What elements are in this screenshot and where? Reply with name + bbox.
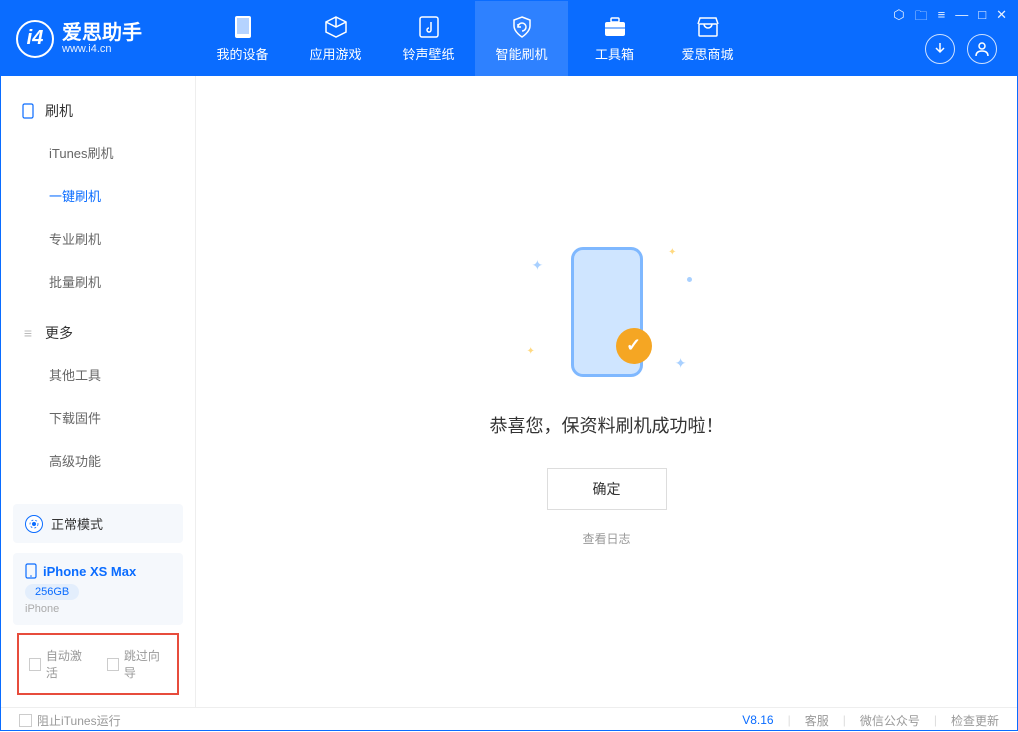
shield-refresh-icon	[509, 14, 535, 40]
logo-icon: i4	[16, 20, 54, 58]
download-button[interactable]	[925, 34, 955, 64]
sidebar-item-advanced[interactable]: 高级功能	[1, 439, 195, 482]
checkbox-skip-guide[interactable]: 跳过向导	[107, 647, 167, 681]
phone-illustration: ✓	[571, 247, 643, 377]
tab-store[interactable]: 爱思商城	[661, 1, 754, 76]
view-log-link[interactable]: 查看日志	[582, 530, 630, 547]
checkbox-icon	[29, 658, 41, 671]
check-update-link[interactable]: 检查更新	[951, 712, 999, 729]
highlighted-checkbox-row: 自动激活 跳过向导	[17, 633, 179, 695]
section-title: 刷机	[45, 101, 73, 121]
tab-label: 应用游戏	[309, 44, 361, 63]
download-icon	[932, 41, 948, 57]
nav-tabs: 我的设备 应用游戏 铃声壁纸 智能刷机 工具箱 爱思商城	[196, 1, 754, 76]
tab-apps[interactable]: 应用游戏	[289, 1, 382, 76]
sidebar-section-more[interactable]: ≡ 更多	[1, 313, 195, 353]
phone-small-icon	[21, 104, 35, 118]
check-badge-icon: ✓	[616, 328, 652, 364]
mode-label: 正常模式	[51, 514, 103, 533]
app-header: i4 爱思助手 www.i4.cn 我的设备 应用游戏 铃声壁纸 智能刷机 工具…	[1, 1, 1017, 76]
store-icon	[695, 14, 721, 40]
cube-icon	[323, 14, 349, 40]
tab-label: 铃声壁纸	[402, 44, 454, 63]
app-subtitle: www.i4.cn	[62, 43, 142, 55]
tab-label: 智能刷机	[495, 44, 547, 63]
window-controls: ⬡ 🗀 ≡ — □ ✕	[893, 7, 1007, 29]
device-card[interactable]: iPhone XS Max 256GB iPhone	[13, 553, 183, 625]
user-icon	[974, 41, 990, 57]
toolbox-icon	[602, 14, 628, 40]
support-link[interactable]: 客服	[805, 712, 829, 729]
lock-icon[interactable]: 🗀	[915, 7, 928, 29]
version-label: V8.16	[742, 713, 773, 727]
sidebar-item-batch-flash[interactable]: 批量刷机	[1, 260, 195, 303]
music-icon	[416, 14, 442, 40]
section-title: 更多	[45, 323, 73, 343]
sidebar-item-other-tools[interactable]: 其他工具	[1, 353, 195, 396]
checkbox-block-itunes[interactable]: 阻止iTunes运行	[19, 712, 121, 729]
maximize-icon[interactable]: □	[978, 7, 986, 29]
main-content: ✦ ✦ ✦ ✦ ✓ 恭喜您，保资料刷机成功啦！ 确定 查看日志	[196, 76, 1017, 707]
sidebar-item-pro-flash[interactable]: 专业刷机	[1, 217, 195, 260]
dot-icon	[687, 277, 692, 282]
checkbox-label: 自动激活	[46, 647, 89, 681]
checkbox-icon	[107, 658, 119, 671]
sidebar: 刷机 iTunes刷机 一键刷机 专业刷机 批量刷机 ≡ 更多 其他工具 下载固…	[1, 76, 196, 707]
sidebar-section-flash[interactable]: 刷机	[1, 91, 195, 131]
header-actions	[925, 34, 997, 64]
tab-flash[interactable]: 智能刷机	[475, 1, 568, 76]
success-illustration: ✦ ✦ ✦ ✦ ✓	[507, 237, 707, 387]
mode-card[interactable]: 正常模式	[13, 504, 183, 543]
tab-label: 我的设备	[216, 44, 268, 63]
checkbox-label: 跳过向导	[124, 647, 167, 681]
tab-toolbox[interactable]: 工具箱	[568, 1, 661, 76]
user-button[interactable]	[967, 34, 997, 64]
tab-label: 爱思商城	[681, 44, 733, 63]
list-icon: ≡	[21, 326, 35, 340]
sidebar-item-oneclick-flash[interactable]: 一键刷机	[1, 174, 195, 217]
menu-icon[interactable]: ≡	[938, 7, 946, 29]
footer: 阻止iTunes运行 V8.16 | 客服 | 微信公众号 | 检查更新	[1, 707, 1017, 732]
sparkle-icon: ✦	[527, 346, 535, 357]
storage-badge: 256GB	[25, 584, 79, 600]
app-title: 爱思助手	[62, 23, 142, 43]
tshirt-icon[interactable]: ⬡	[893, 7, 904, 29]
mode-icon	[25, 515, 43, 533]
close-icon[interactable]: ✕	[996, 7, 1007, 29]
logo[interactable]: i4 爱思助手 www.i4.cn	[1, 20, 196, 58]
checkbox-auto-activate[interactable]: 自动激活	[29, 647, 89, 681]
sidebar-item-itunes-flash[interactable]: iTunes刷机	[1, 131, 195, 174]
ok-button[interactable]: 确定	[547, 468, 667, 510]
checkbox-label: 阻止iTunes运行	[37, 712, 121, 729]
sparkle-icon: ✦	[668, 247, 676, 258]
device-name: iPhone XS Max	[43, 564, 136, 579]
wechat-link[interactable]: 微信公众号	[860, 712, 920, 729]
sparkle-icon: ✦	[675, 355, 687, 372]
tab-label: 工具箱	[595, 44, 634, 63]
phone-icon	[230, 14, 256, 40]
success-message: 恭喜您，保资料刷机成功啦！	[490, 412, 724, 438]
device-panel: 正常模式 iPhone XS Max 256GB iPhone 自动激活 跳过向…	[1, 492, 195, 707]
checkbox-icon	[19, 714, 32, 727]
tab-ringtones[interactable]: 铃声壁纸	[382, 1, 475, 76]
tab-my-device[interactable]: 我的设备	[196, 1, 289, 76]
device-type: iPhone	[25, 603, 171, 615]
sidebar-item-download-firmware[interactable]: 下载固件	[1, 396, 195, 439]
minimize-icon[interactable]: —	[955, 7, 968, 29]
sparkle-icon: ✦	[532, 257, 544, 274]
device-icon	[25, 563, 37, 579]
